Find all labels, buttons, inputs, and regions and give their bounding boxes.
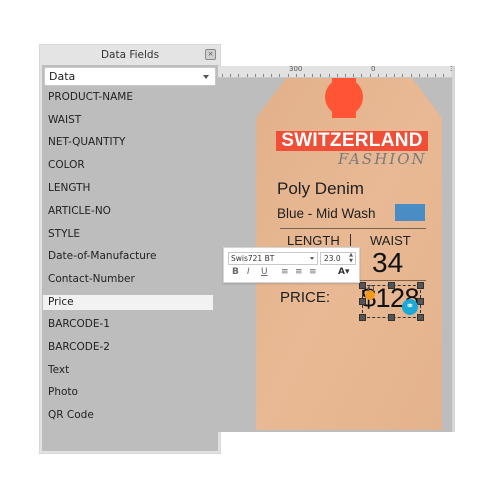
waist-value-field[interactable]: 34 <box>372 247 403 279</box>
ruler-tick <box>279 74 281 77</box>
ruler-tick <box>427 74 428 77</box>
field-item-photo[interactable]: Photo <box>43 385 213 400</box>
brand-subtitle[interactable]: FASHION <box>338 150 427 168</box>
data-fields-panel: Data Fields × Data PRODUCT-NAME WAIST NE… <box>39 44 221 454</box>
resize-handle[interactable] <box>359 314 366 321</box>
ruler-tick <box>238 74 240 77</box>
field-item-product-name[interactable]: PRODUCT-NAME <box>43 90 213 105</box>
field-item-length[interactable]: LENGTH <box>43 181 213 196</box>
ruler-tick <box>418 74 420 77</box>
ruler-tick <box>328 74 330 77</box>
ruler-tick <box>410 74 412 77</box>
product-name-field[interactable]: Poly Denim <box>277 179 364 199</box>
ruler-tick <box>361 74 363 77</box>
color-field[interactable]: Blue - Mid Wash <box>277 206 376 221</box>
ruler-tick <box>353 74 355 77</box>
ruler-tick <box>345 74 346 77</box>
lock-icon[interactable] <box>365 285 375 300</box>
ruler-tick <box>312 74 314 77</box>
resize-handle[interactable] <box>417 314 424 321</box>
field-item-style[interactable]: STYLE <box>43 227 213 242</box>
field-item-qr-code[interactable]: QR Code <box>43 408 213 423</box>
resize-handle[interactable] <box>417 282 424 289</box>
ruler-tick <box>222 74 223 77</box>
panel-header: Data Fields × <box>40 45 220 65</box>
align-left-button[interactable]: ≡ <box>281 267 289 278</box>
ruler-label: 300 <box>289 65 303 73</box>
resize-handle[interactable] <box>359 282 366 289</box>
chevron-down-icon <box>203 75 209 79</box>
ruler-tick <box>377 74 379 77</box>
horizontal-ruler: 300 0 3 <box>218 65 455 78</box>
ruler-tick <box>394 74 396 77</box>
dropdown-value: Data <box>49 70 76 83</box>
resize-handle[interactable] <box>359 298 366 305</box>
ruler-tick <box>336 74 338 77</box>
chevron-down-icon <box>310 257 314 260</box>
divider <box>280 228 426 229</box>
data-source-dropdown[interactable]: Data <box>44 67 216 86</box>
ruler-tick <box>287 74 289 77</box>
field-list: PRODUCT-NAME WAIST NET-QUANTITY COLOR LE… <box>43 87 215 449</box>
underline-button[interactable]: U <box>261 267 268 278</box>
ruler-tick <box>263 74 264 77</box>
field-item-article-no[interactable]: ARTICLE-NO <box>43 204 213 219</box>
ruler-tick <box>320 74 322 77</box>
brand-name: SWITZERLAND <box>281 130 423 151</box>
align-center-button[interactable]: ≡ <box>295 267 303 278</box>
font-family-value: Swis721 BT <box>231 254 275 263</box>
field-item-color[interactable]: COLOR <box>43 158 213 173</box>
font-size-input[interactable]: 23.0 ▲ ▼ <box>320 252 356 265</box>
ruler-tick <box>369 74 371 77</box>
text-format-toolbar: Swis721 BT 23.0 ▲ ▼ B I U ≡ ≡ ≡ A▾ <box>223 247 360 283</box>
font-size-value: 23.0 <box>324 254 341 263</box>
ruler-label: 0 <box>371 65 376 73</box>
waist-label[interactable]: WAIST <box>370 233 411 248</box>
field-item-waist[interactable]: WAIST <box>43 113 213 128</box>
panel-title: Data Fields <box>100 49 160 61</box>
italic-button[interactable]: I <box>247 267 250 278</box>
resize-handle[interactable] <box>388 282 395 289</box>
ruler-tick <box>386 74 387 77</box>
bold-button[interactable]: B <box>232 267 239 278</box>
resize-handle[interactable] <box>388 314 395 321</box>
ruler-tick <box>435 74 437 77</box>
ruler-tick <box>246 74 248 77</box>
ruler-tick <box>271 74 273 77</box>
brand-banner[interactable]: SWITZERLAND <box>276 131 428 151</box>
spinner-icon[interactable]: ▲ ▼ <box>349 252 353 264</box>
price-label[interactable]: PRICE: <box>280 289 330 306</box>
font-family-select[interactable]: Swis721 BT <box>228 252 318 265</box>
field-item-contact-number[interactable]: Contact-Number <box>43 272 213 287</box>
text-color-button[interactable]: A▾ <box>338 267 349 278</box>
field-item-net-quantity[interactable]: NET-QUANTITY <box>43 135 213 150</box>
resize-handle[interactable] <box>417 298 424 305</box>
ruler-tick <box>230 74 232 77</box>
field-item-price[interactable]: Price <box>43 295 213 310</box>
ruler-tick <box>304 74 305 77</box>
ruler-tick <box>295 74 297 77</box>
ruler-tick <box>254 74 256 77</box>
close-icon[interactable]: × <box>205 49 216 60</box>
length-label[interactable]: LENGTH <box>287 233 340 248</box>
divider <box>350 234 351 246</box>
field-item-text[interactable]: Text <box>43 363 213 378</box>
ruler-tick <box>443 74 445 77</box>
ruler-tick <box>402 74 404 77</box>
link-icon[interactable]: ⚭ <box>402 299 418 315</box>
field-item-barcode-1[interactable]: BARCODE-1 <box>43 317 213 332</box>
field-item-date-of-manufacture[interactable]: Date-of-Manufacture <box>43 249 213 264</box>
canvas-scrollbar[interactable] <box>452 66 455 432</box>
field-item-barcode-2[interactable]: BARCODE-2 <box>43 340 213 355</box>
color-swatch[interactable] <box>395 204 425 221</box>
align-right-button[interactable]: ≡ <box>309 267 317 278</box>
